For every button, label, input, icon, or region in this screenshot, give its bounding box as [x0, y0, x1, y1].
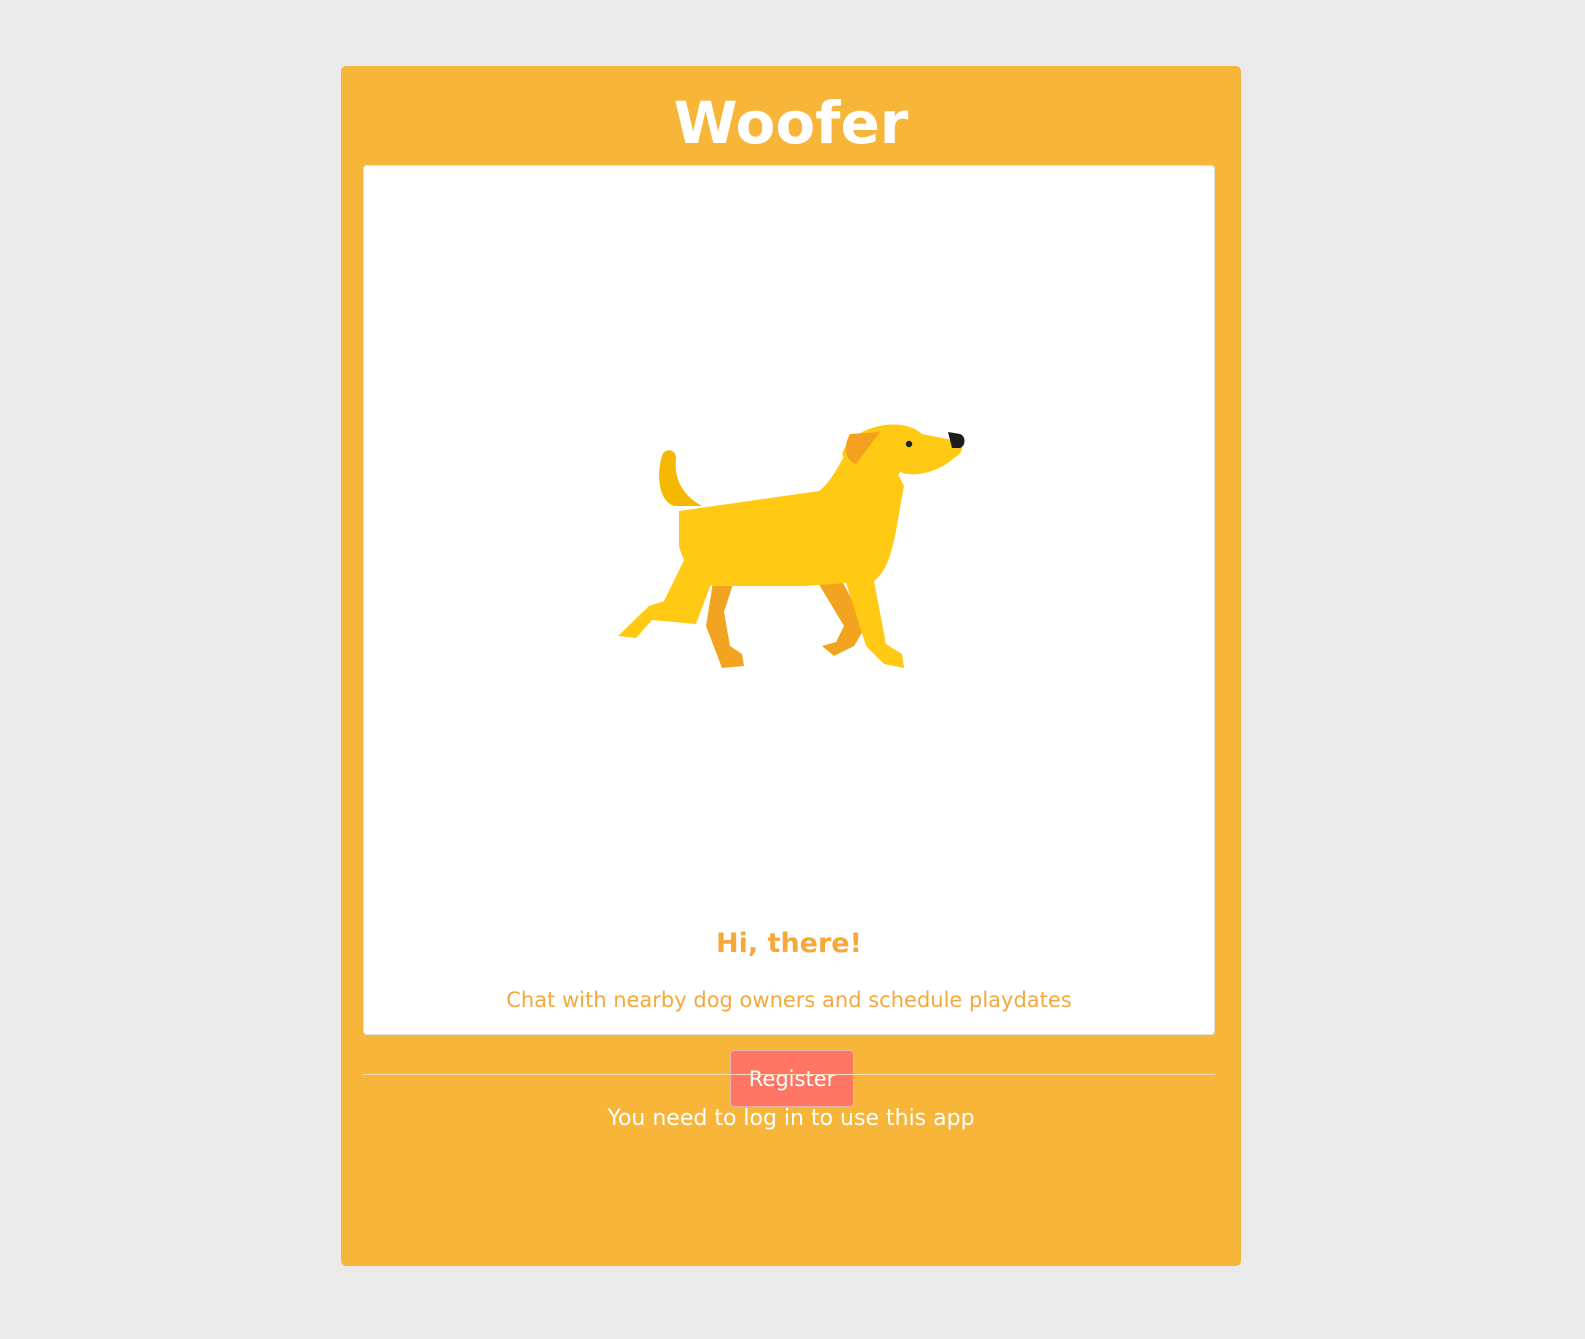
login-required-note: You need to log in to use this app	[607, 1106, 975, 1131]
register-button[interactable]: Register	[730, 1050, 854, 1107]
divider	[363, 1074, 1215, 1075]
app-title: Woofer	[673, 89, 909, 157]
tagline-text: Chat with nearby dog owners and schedule…	[506, 988, 1072, 1012]
app-container: Woofer Hi, there! Chat with nearby dog o…	[341, 66, 1241, 1266]
greeting-heading: Hi, there!	[716, 928, 862, 959]
dog-illustration	[618, 424, 965, 668]
welcome-card: Hi, there! Chat with nearby dog owners a…	[363, 165, 1215, 1107]
